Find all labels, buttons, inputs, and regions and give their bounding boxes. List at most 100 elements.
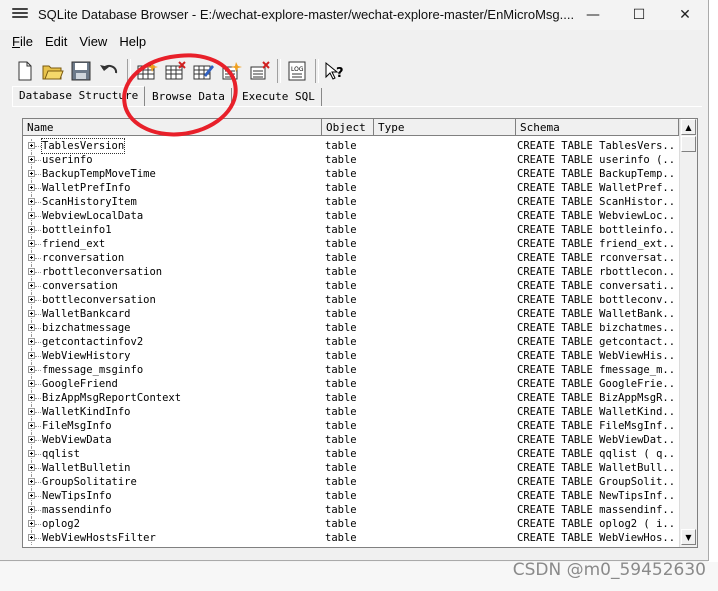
expand-icon[interactable] bbox=[28, 366, 35, 373]
table-row[interactable]: FileMsgInfo table CREATE TABLE FileMsgInf.… bbox=[23, 419, 679, 433]
table-row[interactable]: TablesVersion table CREATE TABLE TablesVer… bbox=[23, 138, 679, 154]
expand-icon[interactable] bbox=[28, 310, 35, 317]
table-row[interactable]: friend_ext table CREATE TABLE friend_ext..… bbox=[23, 237, 679, 251]
table-row[interactable]: WebViewHistory table CREATE TABLE WebViewH… bbox=[23, 349, 679, 363]
undo-icon[interactable] bbox=[96, 58, 122, 84]
expand-icon[interactable] bbox=[28, 156, 35, 163]
cell-object: table bbox=[325, 266, 357, 278]
table-row[interactable]: fmessage_msginfo table CREATE TABLE fmessa… bbox=[23, 363, 679, 377]
table-row[interactable]: WalletBulletin table CREATE TABLE WalletBu… bbox=[23, 461, 679, 475]
delete-index-icon[interactable] bbox=[246, 58, 272, 84]
menu-help[interactable]: Help bbox=[113, 32, 152, 52]
expand-icon[interactable] bbox=[28, 520, 35, 527]
table-row[interactable]: bizchatmessage table CREATE TABLE bizchatm… bbox=[23, 321, 679, 335]
table-row[interactable]: getcontactinfov2 table CREATE TABLE getcon… bbox=[23, 335, 679, 349]
tab-execute-sql[interactable]: Execute SQL bbox=[236, 88, 322, 106]
expand-icon[interactable] bbox=[28, 282, 35, 289]
table-row[interactable]: massendinfo table CREATE TABLE massendinf.… bbox=[23, 503, 679, 517]
expand-icon[interactable] bbox=[28, 394, 35, 401]
expand-icon[interactable] bbox=[28, 212, 35, 219]
scroll-thumb[interactable] bbox=[681, 136, 696, 152]
menu-view[interactable]: View bbox=[73, 32, 113, 52]
cell-name: WebviewLocalData bbox=[42, 210, 144, 222]
table-row[interactable]: BackupTempMoveTime table CREATE TABLE Back… bbox=[23, 167, 679, 181]
save-icon[interactable] bbox=[68, 58, 94, 84]
table-row[interactable]: ScanHistoryItem table CREATE TABLE ScanHis… bbox=[23, 195, 679, 209]
menu-edit[interactable]: Edit bbox=[39, 32, 73, 52]
expand-icon[interactable] bbox=[28, 450, 35, 457]
cell-schema: CREATE TABLE rconversat... bbox=[517, 252, 677, 264]
table-row[interactable]: BizAppMsgReportContext table CREATE TABLE … bbox=[23, 391, 679, 405]
column-header-type[interactable]: Type bbox=[374, 119, 516, 136]
cell-name: BackupTempMoveTime bbox=[42, 168, 156, 180]
table-row[interactable]: WebviewLocalData table CREATE TABLE Webvie… bbox=[23, 209, 679, 223]
cell-object: table bbox=[325, 238, 357, 250]
table-row[interactable]: qqlist table CREATE TABLE qqlist ( q... bbox=[23, 447, 679, 461]
table-row[interactable]: WalletPrefInfo table CREATE TABLE WalletPr… bbox=[23, 181, 679, 195]
open-folder-icon[interactable] bbox=[40, 58, 66, 84]
expand-icon[interactable] bbox=[28, 296, 35, 303]
expand-icon[interactable] bbox=[28, 492, 35, 499]
table-row[interactable]: WebViewHostsFilter table CREATE TABLE WebV… bbox=[23, 531, 679, 545]
new-file-icon[interactable] bbox=[12, 58, 38, 84]
close-button[interactable]: ✕ bbox=[662, 0, 708, 30]
app-menu-icon[interactable] bbox=[12, 8, 28, 22]
table-row[interactable]: bottleconversation table CREATE TABLE bott… bbox=[23, 293, 679, 307]
scroll-down-button[interactable]: ▼ bbox=[681, 529, 696, 545]
expand-icon[interactable] bbox=[28, 408, 35, 415]
expand-icon[interactable] bbox=[28, 198, 35, 205]
expand-icon[interactable] bbox=[28, 268, 35, 275]
table-row[interactable]: NewTipsInfo table CREATE TABLE NewTipsInf.… bbox=[23, 489, 679, 503]
table-row[interactable]: rbottleconversation table CREATE TABLE rbo… bbox=[23, 265, 679, 279]
expand-icon[interactable] bbox=[28, 506, 35, 513]
expand-icon[interactable] bbox=[28, 422, 35, 429]
expand-icon[interactable] bbox=[28, 338, 35, 345]
expand-icon[interactable] bbox=[28, 170, 35, 177]
expand-icon[interactable] bbox=[28, 184, 35, 191]
table-row[interactable]: conversation table CREATE TABLE conversati… bbox=[23, 279, 679, 293]
tree-line bbox=[35, 202, 41, 203]
expand-icon[interactable] bbox=[28, 464, 35, 471]
log-icon[interactable]: LOG bbox=[284, 58, 310, 84]
cell-name: bottleinfo1 bbox=[42, 224, 112, 236]
minimize-button[interactable]: — bbox=[570, 0, 616, 30]
table-row[interactable]: GoogleFriend table CREATE TABLE GoogleFrie… bbox=[23, 377, 679, 391]
expand-icon[interactable] bbox=[28, 254, 35, 261]
column-header-object[interactable]: Object bbox=[322, 119, 374, 136]
table-row[interactable]: rconversation table CREATE TABLE rconversa… bbox=[23, 251, 679, 265]
table-row[interactable]: WebViewData table CREATE TABLE WebViewDat.… bbox=[23, 433, 679, 447]
maximize-button[interactable]: ☐ bbox=[616, 0, 662, 30]
watermark: CSDN @m0_59452630 bbox=[512, 560, 706, 580]
table-row[interactable]: oplog2 table CREATE TABLE oplog2 ( i... bbox=[23, 517, 679, 531]
whats-this-icon[interactable]: ? bbox=[322, 58, 348, 84]
table-row[interactable]: bottleinfo1 table CREATE TABLE bottleinfo.… bbox=[23, 223, 679, 237]
expand-icon[interactable] bbox=[28, 226, 35, 233]
table-row[interactable]: WalletKindInfo table CREATE TABLE WalletKi… bbox=[23, 405, 679, 419]
expand-icon[interactable] bbox=[28, 324, 35, 331]
expand-icon[interactable] bbox=[28, 352, 35, 359]
app-window: SQLite Database Browser - E:/wechat-expl… bbox=[0, 0, 709, 561]
cell-name: qqlist bbox=[42, 448, 80, 460]
table-row[interactable]: userinfo table CREATE TABLE userinfo (... bbox=[23, 153, 679, 167]
table-row[interactable]: GroupSolitatire table CREATE TABLE GroupSo… bbox=[23, 475, 679, 489]
expand-icon[interactable] bbox=[28, 478, 35, 485]
cell-schema: CREATE TABLE getcontact... bbox=[517, 336, 677, 348]
expand-icon[interactable] bbox=[28, 142, 35, 149]
menu-file[interactable]: File bbox=[6, 32, 39, 52]
expand-icon[interactable] bbox=[28, 534, 35, 541]
expand-icon[interactable] bbox=[28, 240, 35, 247]
structure-tree-table[interactable]: Name Object Type Schema TablesVersion tab… bbox=[22, 118, 698, 548]
expand-icon[interactable] bbox=[28, 380, 35, 387]
expand-icon[interactable] bbox=[28, 436, 35, 443]
cell-name: oplog2 bbox=[42, 518, 80, 530]
tree-line bbox=[35, 160, 41, 161]
cell-object: table bbox=[325, 322, 357, 334]
scroll-up-button[interactable]: ▲ bbox=[681, 119, 696, 135]
tree-line bbox=[35, 538, 41, 539]
cell-object: table bbox=[325, 392, 357, 404]
cell-name: WalletKindInfo bbox=[42, 406, 131, 418]
table-row[interactable]: WalletBankcard table CREATE TABLE WalletBa… bbox=[23, 307, 679, 321]
title-bar[interactable]: SQLite Database Browser - E:/wechat-expl… bbox=[0, 0, 708, 30]
column-header-schema[interactable]: Schema bbox=[516, 119, 679, 136]
vertical-scrollbar[interactable]: ▲ ▼ bbox=[679, 119, 697, 547]
